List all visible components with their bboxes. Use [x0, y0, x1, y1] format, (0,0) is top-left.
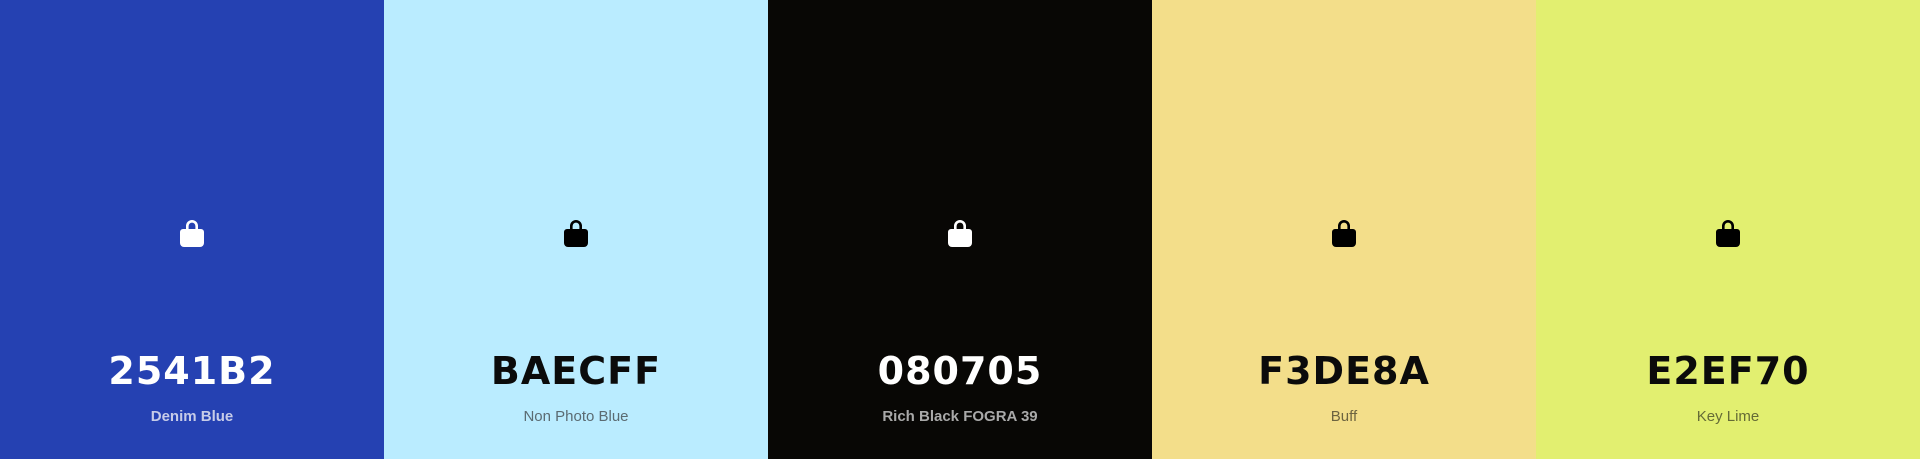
hex-code[interactable]: E2EF70 [1536, 348, 1920, 394]
color-name[interactable]: Rich Black FOGRA 39 [768, 408, 1152, 426]
color-swatch-rich-black-fogra-39[interactable]: 080705 Rich Black FOGRA 39 [768, 0, 1152, 459]
lock-icon[interactable] [1331, 218, 1357, 248]
lock-icon[interactable] [563, 218, 589, 248]
lock-icon[interactable] [179, 218, 205, 248]
color-swatch-denim-blue[interactable]: 2541B2 Denim Blue [0, 0, 384, 459]
color-swatch-non-photo-blue[interactable]: BAECFF Non Photo Blue [384, 0, 768, 459]
hex-code[interactable]: 080705 [768, 348, 1152, 394]
color-palette: 2541B2 Denim Blue BAECFF Non Photo Blue … [0, 0, 1920, 459]
color-swatch-buff[interactable]: F3DE8A Buff [1152, 0, 1536, 459]
lock-icon[interactable] [947, 218, 973, 248]
hex-code[interactable]: BAECFF [384, 348, 768, 394]
color-swatch-key-lime[interactable]: E2EF70 Key Lime [1536, 0, 1920, 459]
color-name[interactable]: Key Lime [1536, 408, 1920, 426]
color-name[interactable]: Non Photo Blue [384, 408, 768, 426]
color-name[interactable]: Buff [1152, 408, 1536, 426]
lock-icon[interactable] [1715, 218, 1741, 248]
hex-code[interactable]: 2541B2 [0, 348, 384, 394]
hex-code[interactable]: F3DE8A [1152, 348, 1536, 394]
color-name[interactable]: Denim Blue [0, 408, 384, 426]
